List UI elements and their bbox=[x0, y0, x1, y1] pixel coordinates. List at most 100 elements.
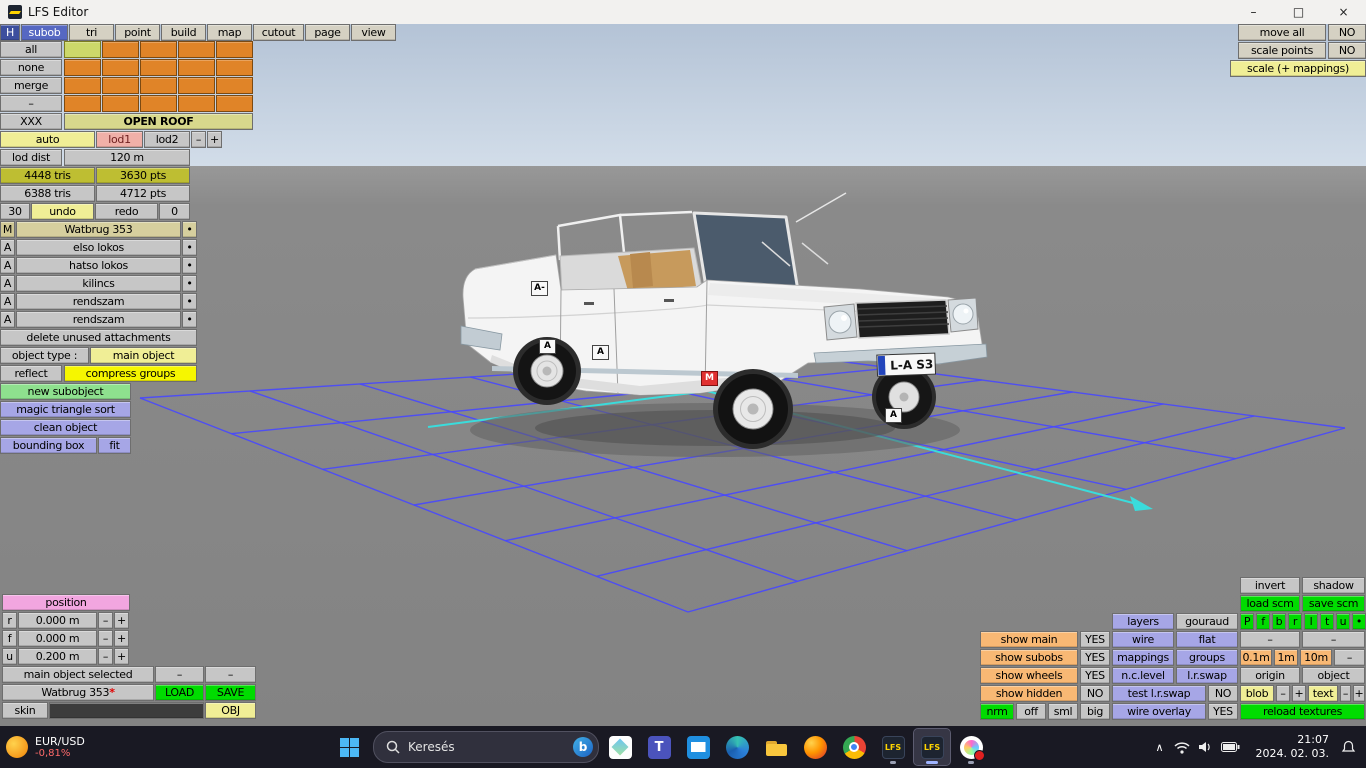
invert-button[interactable]: invert bbox=[1240, 577, 1300, 594]
save-button[interactable]: SAVE bbox=[205, 684, 256, 701]
test-lr-swap-button[interactable]: test l.r.swap bbox=[1112, 685, 1206, 702]
show-subobs-value[interactable]: YES bbox=[1080, 649, 1110, 666]
undo-button[interactable]: undo bbox=[31, 203, 94, 220]
axis-r-value[interactable]: 0.000 m bbox=[18, 612, 97, 629]
subob-grid-cell[interactable] bbox=[140, 77, 177, 94]
axis-u-value[interactable]: 0.200 m bbox=[18, 648, 97, 665]
subob-grid-cell[interactable] bbox=[216, 59, 253, 76]
axis-r-plus[interactable]: + bbox=[114, 612, 129, 629]
object-row[interactable]: elso lokos bbox=[16, 239, 181, 256]
page-name-label[interactable]: OPEN ROOF bbox=[64, 113, 253, 130]
select-all-button[interactable]: all bbox=[0, 41, 62, 58]
shadow-button[interactable]: shadow bbox=[1302, 577, 1365, 594]
main-object-marker[interactable]: M bbox=[701, 371, 718, 386]
file-name-button[interactable]: Watbrug 353* bbox=[2, 684, 154, 701]
wire-button[interactable]: wire bbox=[1112, 631, 1174, 648]
position-panel-title[interactable]: position bbox=[2, 594, 130, 611]
delete-unused-button[interactable]: delete unused attachments bbox=[0, 329, 197, 346]
grid-10m-button[interactable]: 10m bbox=[1300, 649, 1332, 666]
nrm-big-button[interactable]: big bbox=[1080, 703, 1110, 720]
show-subobs-button[interactable]: show subobs bbox=[980, 649, 1078, 666]
load-scm-button[interactable]: load scm bbox=[1240, 595, 1300, 612]
object-row[interactable]: rendszam bbox=[16, 311, 181, 328]
dash-button[interactable]: – bbox=[1302, 631, 1365, 648]
axis-u-plus[interactable]: + bbox=[114, 648, 129, 665]
new-subobject-button[interactable]: new subobject bbox=[0, 383, 131, 400]
tab-cutout[interactable]: cutout bbox=[253, 24, 304, 41]
channel-l[interactable]: l bbox=[1304, 613, 1318, 630]
show-main-value[interactable]: YES bbox=[1080, 631, 1110, 648]
grid-1m-button[interactable]: 1m bbox=[1274, 649, 1298, 666]
mappings-button[interactable]: mappings bbox=[1112, 649, 1174, 666]
axis-u-minus[interactable]: – bbox=[98, 648, 113, 665]
volume-icon[interactable] bbox=[1198, 741, 1213, 753]
groups-button[interactable]: groups bbox=[1176, 649, 1238, 666]
scale-points-value[interactable]: NO bbox=[1328, 42, 1366, 59]
axis-r-minus[interactable]: – bbox=[98, 612, 113, 629]
taskbar-item-chrome[interactable] bbox=[836, 729, 872, 765]
layers-button[interactable]: layers bbox=[1112, 613, 1174, 630]
skin-texture-field[interactable] bbox=[49, 702, 204, 719]
lod1-button[interactable]: lod1 bbox=[96, 131, 143, 148]
grid-off-button[interactable]: – bbox=[1334, 649, 1365, 666]
subob-grid-cell[interactable] bbox=[102, 41, 139, 58]
dash-button[interactable]: – bbox=[1240, 631, 1300, 648]
object-row[interactable]: kilincs bbox=[16, 275, 181, 292]
taskbar-item-lfs[interactable]: LFS bbox=[875, 729, 911, 765]
bounding-box-button[interactable]: bounding box bbox=[0, 437, 97, 454]
fit-button[interactable]: fit bbox=[98, 437, 131, 454]
subob-grid-cell[interactable] bbox=[64, 77, 101, 94]
channel-u[interactable]: u bbox=[1336, 613, 1350, 630]
notification-bell-icon[interactable] bbox=[1341, 740, 1356, 755]
nc-level-button[interactable]: n.c.level bbox=[1112, 667, 1174, 684]
show-hidden-value[interactable]: NO bbox=[1080, 685, 1110, 702]
axis-f-plus[interactable]: + bbox=[114, 630, 129, 647]
start-button[interactable] bbox=[331, 729, 367, 765]
object-visible-dot[interactable]: • bbox=[182, 311, 197, 328]
minimize-button[interactable]: – bbox=[1231, 0, 1276, 24]
subob-grid-cell[interactable] bbox=[64, 59, 101, 76]
close-button[interactable]: × bbox=[1321, 0, 1366, 24]
taskbar-item-teams[interactable]: T bbox=[641, 729, 677, 765]
object-type-cell[interactable]: A bbox=[0, 257, 15, 274]
reflect-button[interactable]: reflect bbox=[0, 365, 62, 382]
subob-grid-cell[interactable] bbox=[178, 59, 215, 76]
object-type-value[interactable]: main object bbox=[90, 347, 197, 364]
move-all-value[interactable]: NO bbox=[1328, 24, 1366, 41]
subob-grid-cell[interactable] bbox=[102, 59, 139, 76]
lod-plus-button[interactable]: + bbox=[207, 131, 222, 148]
lod-dist-value[interactable]: 120 m bbox=[64, 149, 190, 166]
attachment-marker[interactable]: A bbox=[539, 339, 556, 354]
battery-icon[interactable] bbox=[1220, 742, 1240, 752]
subob-grid-cell[interactable] bbox=[64, 95, 101, 112]
object-visible-dot[interactable]: • bbox=[182, 257, 197, 274]
object-visible-dot[interactable]: • bbox=[182, 221, 197, 238]
widgets-button[interactable]: EUR/USD -0,81% bbox=[6, 735, 156, 760]
move-all-button[interactable]: move all bbox=[1238, 24, 1326, 41]
subob-grid-cell[interactable] bbox=[178, 95, 215, 112]
clean-object-button[interactable]: clean object bbox=[0, 419, 131, 436]
subob-grid-cell[interactable] bbox=[140, 95, 177, 112]
subob-grid-cell[interactable] bbox=[140, 41, 177, 58]
skin-button[interactable]: skin bbox=[2, 702, 48, 719]
search-input[interactable]: Keresés b bbox=[373, 731, 599, 763]
wire-overlay-value[interactable]: YES bbox=[1208, 703, 1238, 720]
object-type-cell[interactable]: A bbox=[0, 239, 15, 256]
axis-f-value[interactable]: 0.000 m bbox=[18, 630, 97, 647]
xxx-button[interactable]: XXX bbox=[0, 113, 62, 130]
taskbar-item-mail[interactable] bbox=[680, 729, 716, 765]
wire-overlay-button[interactable]: wire overlay bbox=[1112, 703, 1206, 720]
scale-mappings-button[interactable]: scale (+ mappings) bbox=[1230, 60, 1366, 77]
lod-dist-label[interactable]: lod dist bbox=[0, 149, 62, 166]
text-button[interactable]: text bbox=[1308, 685, 1338, 702]
dash-button[interactable]: – bbox=[0, 95, 62, 112]
taskbar-item-lfs-editor-active[interactable]: LFS bbox=[913, 728, 951, 766]
subob-grid-cell[interactable] bbox=[216, 41, 253, 58]
subob-grid-cell[interactable] bbox=[216, 95, 253, 112]
grid-0_1m-button[interactable]: 0.1m bbox=[1240, 649, 1272, 666]
test-lr-swap-value[interactable]: NO bbox=[1208, 685, 1238, 702]
blob-button[interactable]: blob bbox=[1240, 685, 1274, 702]
taskbar-item-firefox[interactable] bbox=[797, 729, 833, 765]
subob-grid-cell[interactable] bbox=[178, 41, 215, 58]
lr-swap-button[interactable]: l.r.swap bbox=[1176, 667, 1238, 684]
